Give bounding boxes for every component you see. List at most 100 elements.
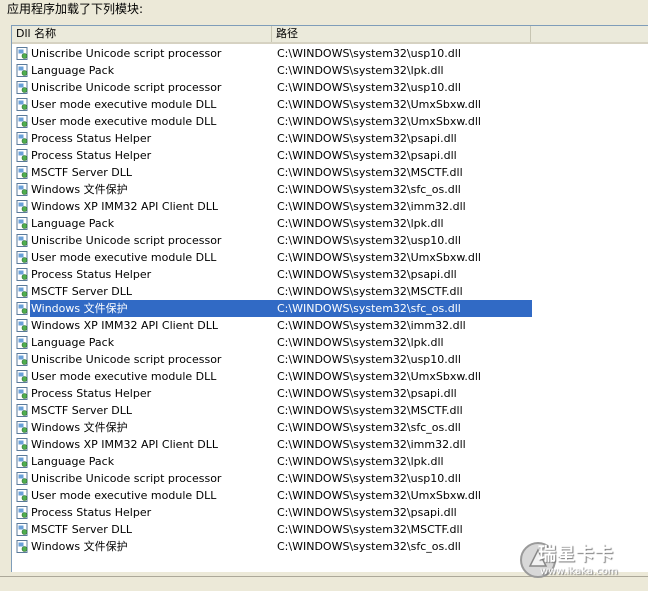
- dll-name-cell: Windows 文件保护: [31, 302, 128, 315]
- dll-module-icon: [16, 200, 28, 213]
- table-row[interactable]: Language Pack C:\WINDOWS\system32\lpk.dll: [12, 62, 648, 79]
- dll-module-icon: [16, 115, 28, 128]
- dll-module-icon: [16, 166, 28, 179]
- table-row[interactable]: Language Pack C:\WINDOWS\system32\lpk.dll: [12, 215, 648, 232]
- table-row[interactable]: User mode executive module DLL C:\WINDOWS…: [12, 96, 648, 113]
- table-row[interactable]: User mode executive module DLL C:\WINDOWS…: [12, 249, 648, 266]
- dll-module-icon: [16, 64, 28, 77]
- dll-path-cell: C:\WINDOWS\system32\psapi.dll: [277, 506, 457, 519]
- dll-name-cell: Uniscribe Unicode script processor: [31, 472, 222, 485]
- dll-module-icon: [16, 421, 28, 434]
- dll-name-cell: Language Pack: [31, 217, 115, 230]
- dll-path-cell: C:\WINDOWS\system32\UmxSbxw.dll: [277, 489, 481, 502]
- dll-path-cell: C:\WINDOWS\system32\UmxSbxw.dll: [277, 98, 481, 111]
- dll-path-cell: C:\WINDOWS\system32\MSCTF.dll: [277, 404, 463, 417]
- table-row[interactable]: Process Status Helper C:\WINDOWS\system32…: [12, 266, 648, 283]
- dll-name-cell: Windows 文件保护: [31, 421, 128, 434]
- dll-module-icon: [16, 319, 28, 332]
- dll-module-icon: [16, 234, 28, 247]
- dll-path-cell: C:\WINDOWS\system32\psapi.dll: [277, 149, 457, 162]
- table-row[interactable]: Language Pack C:\WINDOWS\system32\lpk.dll: [12, 334, 648, 351]
- table-row[interactable]: Language Pack C:\WINDOWS\system32\lpk.dll: [12, 453, 648, 470]
- table-row[interactable]: Uniscribe Unicode script processor C:\WIN…: [12, 45, 648, 62]
- watermark: 瑞星卡卡 www.ikaka.com: [518, 538, 640, 584]
- dll-module-icon: [16, 302, 28, 315]
- dll-path-cell: C:\WINDOWS\system32\imm32.dll: [277, 200, 466, 213]
- dll-path-cell: C:\WINDOWS\system32\imm32.dll: [277, 319, 466, 332]
- dll-path-cell: C:\WINDOWS\system32\imm32.dll: [277, 438, 466, 451]
- dll-module-icon: [16, 251, 28, 264]
- dll-path-cell: C:\WINDOWS\system32\sfc_os.dll: [277, 540, 461, 553]
- table-row[interactable]: User mode executive module DLL C:\WINDOWS…: [12, 368, 648, 385]
- dll-name-cell: User mode executive module DLL: [31, 115, 217, 128]
- dll-module-icon: [16, 98, 28, 111]
- table-row[interactable]: MSCTF Server DLL C:\WINDOWS\system32\MSCT…: [12, 521, 648, 538]
- dll-module-icon: [16, 149, 28, 162]
- dll-name-cell: Process Status Helper: [31, 268, 152, 281]
- dll-module-icon: [16, 268, 28, 281]
- table-row[interactable]: Uniscribe Unicode script processor C:\WIN…: [12, 470, 648, 487]
- table-row[interactable]: Process Status Helper C:\WINDOWS\system32…: [12, 130, 648, 147]
- dll-name-cell: Uniscribe Unicode script processor: [31, 353, 222, 366]
- dll-module-icon: [16, 81, 28, 94]
- dll-name-cell: Windows XP IMM32 API Client DLL: [31, 319, 218, 332]
- dll-name-cell: Language Pack: [31, 336, 115, 349]
- dll-path-cell: C:\WINDOWS\system32\lpk.dll: [277, 64, 444, 77]
- dll-path-cell: C:\WINDOWS\system32\MSCTF.dll: [277, 166, 463, 179]
- dll-module-icon: [16, 489, 28, 502]
- dll-path-cell: C:\WINDOWS\system32\psapi.dll: [277, 132, 457, 145]
- table-row[interactable]: Uniscribe Unicode script processor C:\WIN…: [12, 232, 648, 249]
- table-row[interactable]: MSCTF Server DLL C:\WINDOWS\system32\MSCT…: [12, 402, 648, 419]
- watermark-url: www.ikaka.com: [540, 566, 618, 577]
- dll-module-icon: [16, 353, 28, 366]
- dll-name-cell: Process Status Helper: [31, 149, 152, 162]
- dll-name-cell: User mode executive module DLL: [31, 98, 217, 111]
- dll-name-cell: User mode executive module DLL: [31, 489, 217, 502]
- table-row[interactable]: Windows XP IMM32 API Client DLL C:\WINDOW…: [12, 436, 648, 453]
- dll-path-cell: C:\WINDOWS\system32\usp10.dll: [277, 47, 461, 60]
- dll-path-cell: C:\WINDOWS\system32\lpk.dll: [277, 455, 444, 468]
- dll-path-cell: C:\WINDOWS\system32\lpk.dll: [277, 336, 444, 349]
- table-row[interactable]: Windows XP IMM32 API Client DLL C:\WINDOW…: [12, 198, 648, 215]
- table-row[interactable]: Process Status Helper C:\WINDOWS\system32…: [12, 504, 648, 521]
- dll-module-icon: [16, 506, 28, 519]
- table-row[interactable]: Uniscribe Unicode script processor C:\WIN…: [12, 351, 648, 368]
- dll-path-cell: C:\WINDOWS\system32\sfc_os.dll: [277, 302, 461, 315]
- table-row[interactable]: Windows 文件保护 C:\WINDOWS\system32\sfc_os.d…: [12, 300, 648, 317]
- dll-name-cell: User mode executive module DLL: [31, 370, 217, 383]
- table-row[interactable]: Windows 文件保护 C:\WINDOWS\system32\sfc_os.d…: [12, 181, 648, 198]
- dll-name-cell: Process Status Helper: [31, 387, 152, 400]
- dll-module-icon: [16, 472, 28, 485]
- dll-name-cell: Uniscribe Unicode script processor: [31, 81, 222, 94]
- dll-module-icon: [16, 47, 28, 60]
- column-header-empty[interactable]: [531, 26, 648, 42]
- table-row[interactable]: Process Status Helper C:\WINDOWS\system32…: [12, 385, 648, 402]
- dll-module-icon: [16, 438, 28, 451]
- dll-path-cell: C:\WINDOWS\system32\UmxSbxw.dll: [277, 115, 481, 128]
- table-row[interactable]: Process Status Helper C:\WINDOWS\system32…: [12, 147, 648, 164]
- table-row[interactable]: MSCTF Server DLL C:\WINDOWS\system32\MSCT…: [12, 283, 648, 300]
- dll-name-cell: Language Pack: [31, 455, 115, 468]
- table-row[interactable]: User mode executive module DLL C:\WINDOWS…: [12, 487, 648, 504]
- table-row[interactable]: User mode executive module DLL C:\WINDOWS…: [12, 113, 648, 130]
- table-row[interactable]: MSCTF Server DLL C:\WINDOWS\system32\MSCT…: [12, 164, 648, 181]
- dll-name-cell: MSCTF Server DLL: [31, 285, 132, 298]
- dll-module-icon: [16, 455, 28, 468]
- column-header-dll-name[interactable]: Dll 名称: [12, 26, 272, 42]
- dll-name-cell: Process Status Helper: [31, 506, 152, 519]
- dll-name-cell: Uniscribe Unicode script processor: [31, 47, 222, 60]
- dll-path-cell: C:\WINDOWS\system32\UmxSbxw.dll: [277, 370, 481, 383]
- modules-heading: 应用程序加载了下列模块:: [7, 2, 144, 16]
- table-row[interactable]: Uniscribe Unicode script processor C:\WIN…: [12, 79, 648, 96]
- column-header-path[interactable]: 路径: [272, 26, 531, 42]
- dll-name-cell: MSCTF Server DLL: [31, 523, 132, 536]
- list-header: Dll 名称 路径: [12, 26, 648, 44]
- table-row[interactable]: Windows 文件保护 C:\WINDOWS\system32\sfc_os.d…: [12, 419, 648, 436]
- dll-path-cell: C:\WINDOWS\system32\usp10.dll: [277, 234, 461, 247]
- dll-module-icon: [16, 183, 28, 196]
- module-rows: Uniscribe Unicode script processor C:\WIN…: [12, 45, 648, 555]
- dll-module-icon: [16, 132, 28, 145]
- module-list-view[interactable]: Dll 名称 路径 Uniscribe Unicode script proce…: [11, 25, 648, 572]
- table-row[interactable]: Windows XP IMM32 API Client DLL C:\WINDOW…: [12, 317, 648, 334]
- dll-name-cell: Windows 文件保护: [31, 183, 128, 196]
